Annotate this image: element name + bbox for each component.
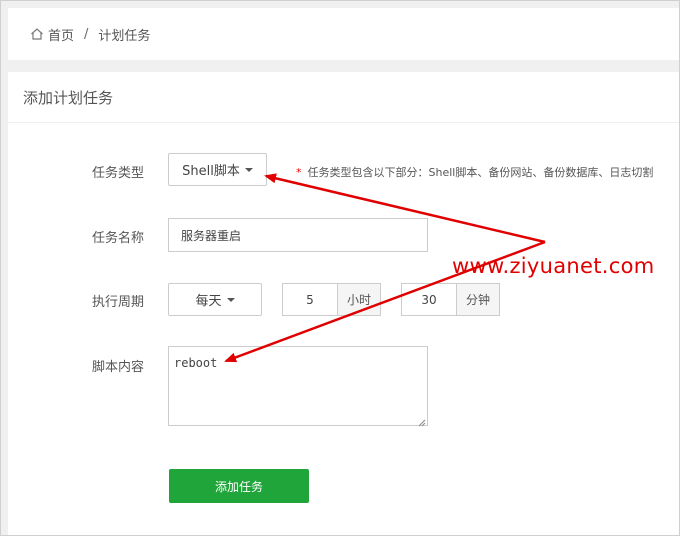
script-textarea[interactable]: reboot: [168, 346, 428, 427]
hour-value: 5: [306, 292, 314, 307]
breadcrumb-separator: /: [84, 26, 89, 42]
minute-unit: 分钟: [456, 283, 500, 316]
watermark: www.ziyuanet.com: [452, 254, 655, 278]
task-name-value: 服务器重启: [181, 228, 242, 243]
breadcrumb-current: 计划任务: [98, 28, 151, 44]
hour-input[interactable]: 5: [282, 283, 338, 316]
panel-title: 添加计划任务: [8, 72, 680, 123]
add-task-button[interactable]: 添加任务: [169, 469, 309, 503]
breadcrumb: 首页 / 计划任务: [8, 8, 680, 60]
required-star: *: [296, 166, 302, 179]
script-value: reboot: [174, 356, 218, 370]
task-type-label: 任务类型: [92, 166, 145, 181]
chevron-down-icon: [226, 297, 235, 302]
task-type-hint: * 任务类型包含以下部分：Shell脚本、备份网站、备份数据库、日志切割: [296, 164, 653, 180]
period-value: 每天: [195, 294, 222, 309]
cycle-label: 执行周期: [92, 295, 145, 310]
resize-handle-icon[interactable]: [418, 416, 426, 427]
breadcrumb-home-link[interactable]: 首页: [48, 25, 74, 44]
task-type-value: Shell脚本: [182, 164, 240, 179]
task-type-hint-text: 任务类型包含以下部分：Shell脚本、备份网站、备份数据库、日志切割: [307, 166, 654, 179]
period-dropdown[interactable]: 每天: [168, 283, 262, 316]
add-task-panel: 添加计划任务 任务类型 Shell脚本 * 任务类型包含以下部分：Shell脚本、…: [8, 72, 680, 536]
task-name-label: 任务名称: [92, 231, 145, 246]
hour-unit: 小时: [337, 283, 381, 316]
task-type-dropdown[interactable]: Shell脚本: [168, 153, 267, 186]
minute-input[interactable]: 30: [401, 283, 457, 316]
script-label: 脚本内容: [92, 360, 145, 375]
task-name-input[interactable]: 服务器重启: [168, 218, 428, 252]
home-icon[interactable]: [30, 27, 44, 41]
minute-value: 30: [421, 292, 437, 307]
chevron-down-icon: [244, 167, 253, 172]
